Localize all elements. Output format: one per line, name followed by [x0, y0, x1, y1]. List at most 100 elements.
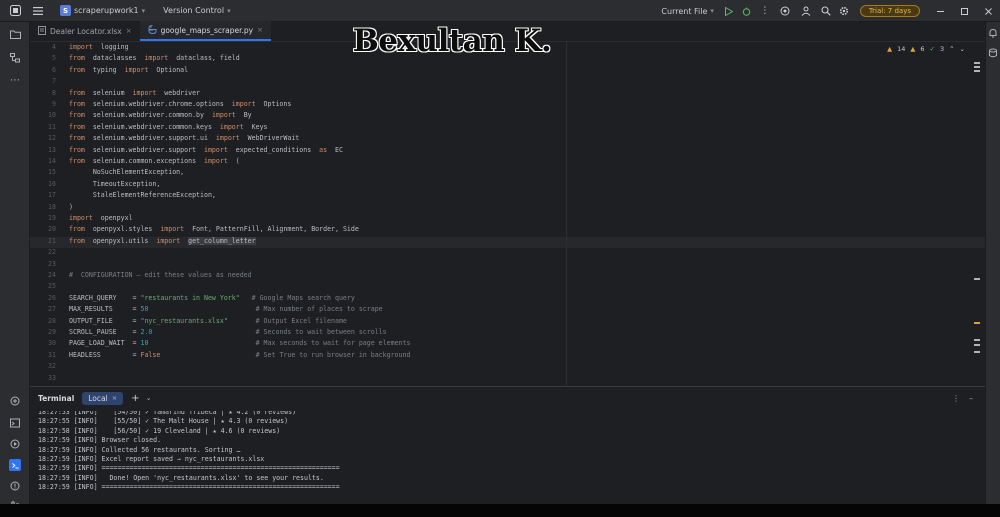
code-line[interactable]: NoSuchElementException,	[69, 168, 184, 176]
tab-google-maps-scraper[interactable]: google_maps_scraper.py ×	[139, 21, 271, 41]
code-line[interactable]: PAGE_LOAD_WAIT = 10 # Max seconds to wai…	[69, 339, 410, 347]
settings-icon[interactable]	[836, 6, 852, 16]
debug-icon[interactable]	[738, 7, 756, 16]
python-console-icon[interactable]	[9, 417, 21, 429]
line-number: 33	[48, 373, 56, 382]
terminal-line: 18:27:59 [INFO] ========================…	[38, 464, 340, 473]
chevron-up-icon[interactable]: ⌃	[949, 45, 954, 53]
code-line[interactable]: StaleElementReferenceException,	[69, 191, 216, 199]
chevron-down-icon[interactable]: ⌄	[146, 394, 152, 402]
add-terminal-icon[interactable]: +	[131, 393, 139, 404]
code-line[interactable]: from selenium import webdriver	[69, 89, 200, 97]
search-icon[interactable]	[816, 6, 836, 16]
line-number: 22	[48, 248, 56, 257]
line-number: 8	[52, 88, 56, 97]
code-area[interactable]: import logging from dataclasses import da…	[69, 42, 969, 386]
notifications-icon[interactable]	[988, 28, 998, 38]
scroll-marker[interactable]	[974, 344, 980, 346]
code-line[interactable]: SCROLL_PAUSE = 2.0 # Seconds to wait bet…	[69, 328, 387, 336]
services-icon[interactable]	[9, 438, 21, 450]
code-token: logging	[92, 43, 129, 51]
bottom-crop-band	[0, 504, 1000, 517]
code-token: PAGE_LOAD_WAIT =	[69, 339, 141, 348]
close-icon[interactable]	[976, 7, 1000, 16]
code-line[interactable]: from selenium.webdriver.common.by import…	[69, 111, 252, 119]
terminal-tab-local[interactable]: Local ×	[82, 391, 124, 405]
project-selector[interactable]: S scraperupwork1 ▾	[54, 5, 151, 16]
code-line[interactable]: from openpyxl.utils import get_column_le…	[69, 236, 256, 245]
chevron-down-icon: ▾	[227, 6, 231, 15]
terminal-line: 18:27:55 [INFO] [55/50] ✓ The Malt House…	[38, 417, 289, 426]
folder-icon[interactable]	[9, 28, 21, 40]
line-number: 27	[48, 305, 56, 314]
chevron-down-icon[interactable]: ⌄	[960, 45, 965, 53]
code-line[interactable]: import logging	[69, 43, 129, 51]
vcs-selector[interactable]: Version Control ▾	[157, 6, 236, 15]
code-line[interactable]: from selenium.webdriver.support import e…	[69, 146, 343, 154]
close-tab-icon[interactable]: ×	[126, 27, 132, 35]
terminal-output[interactable]: 18:27:53 [INFO] [54/50] ✓ Tamarind Tribe…	[38, 411, 978, 503]
scroll-marker[interactable]	[974, 70, 980, 72]
code-token: MAX_RESULTS =	[69, 305, 141, 314]
more-tools-icon[interactable]: ⋯	[9, 74, 21, 86]
maximize-icon[interactable]	[952, 7, 976, 16]
close-tab-icon[interactable]: ×	[112, 394, 117, 402]
terminal-icon[interactable]	[9, 459, 21, 471]
code-line[interactable]: )	[69, 203, 73, 211]
code-line[interactable]: import openpyxl	[69, 214, 133, 222]
scroll-marker[interactable]	[974, 278, 980, 280]
code-line[interactable]: from typing import Optional	[69, 66, 188, 74]
code-line[interactable]: from openpyxl.styles import Font, Patter…	[69, 225, 359, 233]
ai-assistant-icon[interactable]	[774, 6, 796, 16]
warning-icon: ▲	[887, 45, 893, 53]
code-token: selenium.common.exceptions	[84, 157, 204, 165]
database-icon[interactable]	[988, 48, 998, 58]
line-number: 28	[48, 316, 56, 325]
code-token: import	[124, 65, 149, 74]
scroll-marker[interactable]	[974, 322, 980, 324]
code-line[interactable]: SEARCH_QUERY = "restaurants in New York"…	[69, 294, 355, 302]
structure-icon[interactable]	[9, 52, 21, 64]
code-line[interactable]: TimeoutException,	[69, 180, 161, 188]
inspection-widget[interactable]: ▲ 14 ▲ 6 ✓ 3 ⌃ ⌄	[887, 45, 965, 53]
line-number: 7	[52, 77, 56, 86]
hide-panel-icon[interactable]: –	[969, 394, 973, 403]
code-editor[interactable]: 4 5 6 7 8 9 10 11 12 13 14 15 16 17 18 19 20 21 22 23 24 25 26…	[30, 42, 985, 386]
scroll-marker[interactable]	[974, 351, 980, 353]
code-line[interactable]: HEADLESS = False # Set True to run brows…	[69, 351, 410, 359]
run-config-selector[interactable]: Current File ▾	[655, 7, 720, 16]
code-token: typing	[84, 65, 125, 74]
line-number-gutter: 4 5 6 7 8 9 10 11 12 13 14 15 16 17 18 19 20 21 22 23 24 25 26…	[30, 42, 64, 386]
scroll-marker[interactable]	[974, 339, 980, 341]
line-number: 20	[48, 225, 56, 234]
code-token: Keys	[243, 122, 268, 131]
line-number: 31	[48, 350, 56, 359]
code-line[interactable]: MAX_RESULTS = 50 # Max number of places …	[69, 305, 383, 313]
code-token: "nyc_restaurants.xlsx"	[140, 316, 228, 325]
python-packages-icon[interactable]	[9, 395, 21, 407]
more-icon[interactable]: ⋮	[952, 394, 960, 403]
trial-badge[interactable]: Trial: 7 days	[859, 5, 920, 17]
account-icon[interactable]	[796, 6, 816, 16]
code-line[interactable]: OUTPUT_FILE = "nyc_restaurants.xlsx" # O…	[69, 317, 347, 325]
code-line[interactable]: from selenium.webdriver.support.ui impor…	[69, 134, 299, 142]
scroll-marker[interactable]	[974, 66, 980, 68]
minimize-icon[interactable]	[928, 7, 952, 16]
code-line[interactable]: # CONFIGURATION — edit these values as n…	[69, 271, 252, 279]
code-line[interactable]: from selenium.webdriver.common.keys impo…	[69, 123, 268, 131]
more-icon[interactable]: ⋮	[756, 6, 774, 16]
title-bar: S scraperupwork1 ▾ Version Control ▾ Cur…	[0, 0, 1000, 22]
code-line[interactable]: from dataclasses import dataclass, field	[69, 54, 240, 62]
problems-icon[interactable]	[9, 480, 21, 492]
code-token: selenium	[84, 88, 133, 97]
run-icon[interactable]	[720, 6, 738, 16]
terminal-line: 18:27:53 [INFO] [54/50] ✓ Tamarind Tribe…	[38, 411, 297, 416]
hamburger-menu-icon[interactable]	[30, 6, 46, 15]
tab-dealer-locator[interactable]: Dealer Locator.xlsx ×	[30, 21, 140, 41]
code-token: from	[69, 145, 85, 154]
code-line[interactable]: from selenium.common.exceptions import (	[69, 157, 240, 165]
scroll-marker[interactable]	[974, 62, 980, 64]
code-line[interactable]: from selenium.webdriver.chrome.options i…	[69, 100, 291, 108]
close-tab-icon[interactable]: ×	[257, 26, 263, 34]
